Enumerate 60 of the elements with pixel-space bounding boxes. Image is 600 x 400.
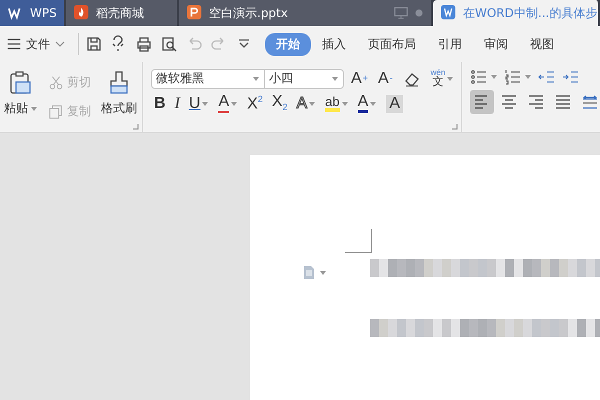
- caret-icon: [252, 74, 260, 82]
- document-icon: [302, 265, 316, 280]
- menu-icon: [6, 36, 22, 52]
- dialog-launcher-icon[interactable]: [452, 124, 458, 130]
- caret-icon: [230, 100, 238, 108]
- flame-icon: [74, 5, 90, 21]
- monitor-icon: [393, 5, 409, 21]
- copy-icon: [48, 104, 64, 120]
- font-size-button[interactable]: A$^{-}$: [374, 70, 396, 88]
- font-size-dropdown[interactable]: 小四: [264, 68, 344, 88]
- ribbon-tab[interactable]: 引用: [427, 32, 473, 56]
- ribbon-tab[interactable]: 页面布局: [357, 32, 427, 56]
- caret-icon: [331, 74, 339, 82]
- font-format-button[interactable]: A: [215, 93, 242, 114]
- center-align-icon: [500, 93, 518, 111]
- ribbon-tab[interactable]: 审阅: [473, 32, 519, 56]
- format-painter-button[interactable]: 格式刷: [99, 68, 139, 126]
- dialog-launcher-icon[interactable]: [133, 124, 139, 130]
- caret-icon: [524, 73, 532, 81]
- ribbon-tab[interactable]: 视图: [519, 32, 565, 56]
- bullet-list-icon: [470, 68, 488, 86]
- font-format-button[interactable]: A: [294, 94, 320, 112]
- caret-icon: [340, 100, 349, 108]
- tab[interactable]: 稻壳商城: [66, 0, 179, 26]
- presentation-file-icon: [187, 5, 203, 21]
- distributed-align-icon: [581, 93, 600, 111]
- tab[interactable]: 在WORD中制...的具体步: [433, 0, 600, 26]
- caret-icon: [201, 100, 210, 108]
- font-format-button[interactable]: I: [172, 94, 183, 112]
- caret-icon: [308, 100, 316, 108]
- font-format-button[interactable]: A: [354, 93, 380, 114]
- document-file-icon: [441, 5, 457, 21]
- font-format-button[interactable]: U: [186, 94, 212, 112]
- caret-icon: [319, 268, 327, 276]
- print-preview-icon: [160, 35, 178, 53]
- dot-icon: [415, 9, 423, 17]
- numbered-list-icon: [504, 68, 522, 86]
- justify-align-icon: [554, 93, 572, 111]
- font-format-button[interactable]: B: [151, 94, 169, 112]
- margin-corner-mark: [345, 229, 372, 253]
- alignment-button[interactable]: [470, 90, 494, 114]
- paste-button[interactable]: 粘贴: [2, 68, 40, 126]
- tab[interactable]: 空白演示.pptx: [179, 0, 433, 26]
- font-format-button[interactable]: ab: [322, 94, 352, 113]
- caret-icon: [369, 100, 378, 108]
- caret-icon: [30, 104, 38, 112]
- tab[interactable]: WPS: [0, 0, 66, 26]
- font-size-button[interactable]: A$^{+}$: [348, 70, 371, 88]
- font-family-dropdown[interactable]: 微软雅黑: [151, 68, 265, 88]
- ribbon-tab[interactable]: 插入: [311, 32, 357, 56]
- file-menu[interactable]: 文件: [4, 36, 72, 52]
- phonetic-guide-button[interactable]: wén 文: [428, 68, 458, 89]
- save-icon: [85, 35, 103, 53]
- font-format-button[interactable]: X$^{2}$: [244, 94, 266, 114]
- scissors-icon: [48, 74, 64, 90]
- font-format-button[interactable]: X$_{2}$: [268, 93, 290, 114]
- caret-icon: [490, 73, 498, 81]
- right-align-icon: [527, 93, 546, 111]
- print-icon: [135, 35, 153, 53]
- caret-icon: [446, 74, 454, 82]
